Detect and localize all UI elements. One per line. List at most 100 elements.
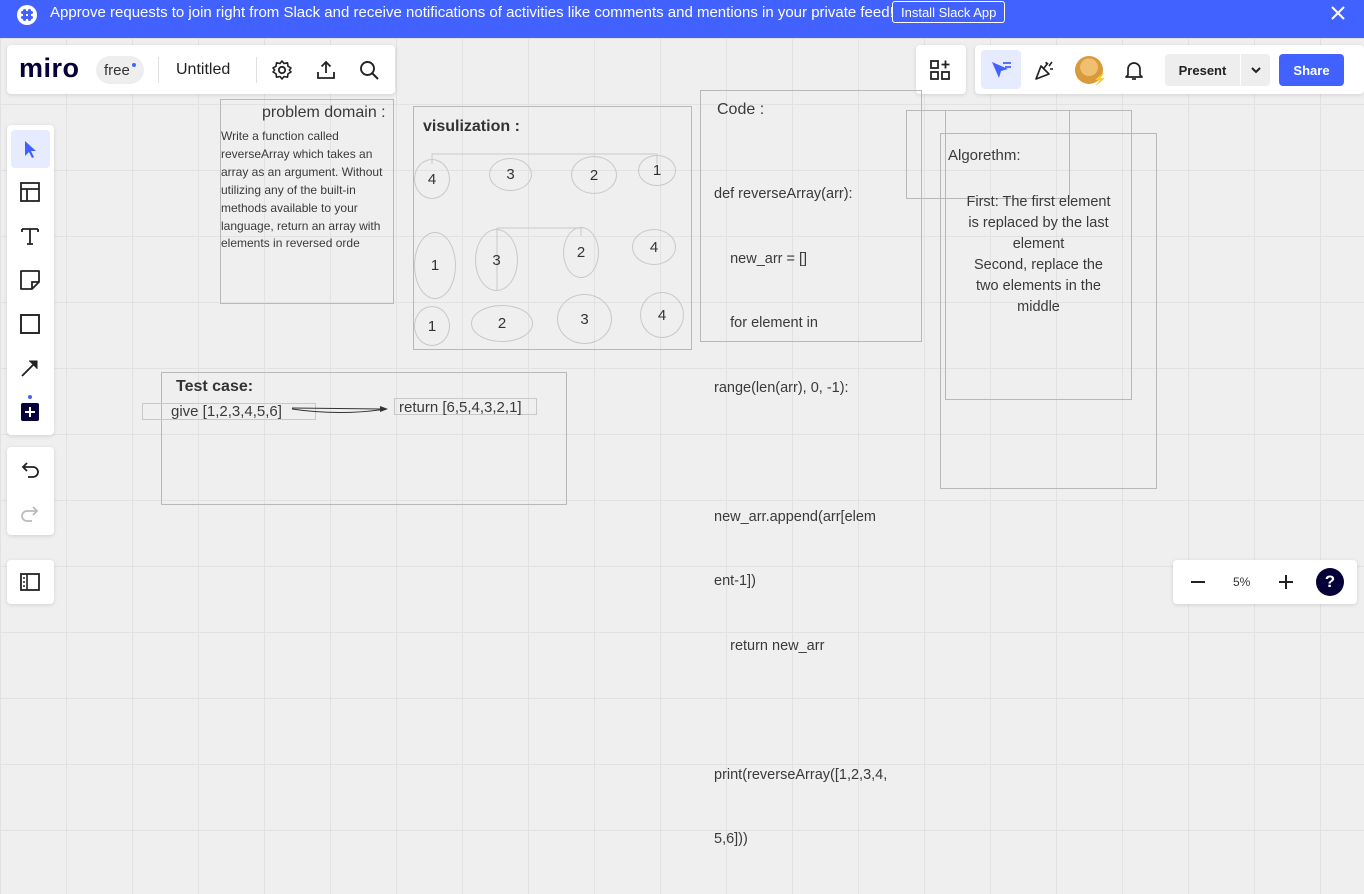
share-label: Share	[1293, 62, 1330, 78]
viz-node: 1	[414, 232, 456, 299]
close-icon[interactable]	[1329, 4, 1347, 22]
viz-node: 4	[632, 229, 676, 265]
test-output-box[interactable]	[394, 398, 537, 415]
left-toolbar	[7, 125, 54, 435]
sticky-note-tool[interactable]	[18, 268, 42, 292]
viz-node: 2	[563, 227, 599, 278]
code-line: range(len(arr), 0, -1):	[714, 379, 849, 396]
redo-icon[interactable]	[18, 501, 42, 525]
problem-line: array as an argument. Without	[221, 164, 383, 179]
plan-badge[interactable]: free	[96, 56, 144, 84]
algorithm-frame[interactable]	[940, 133, 1157, 489]
slack-icon	[17, 5, 37, 25]
algorithm-frame-inner[interactable]	[945, 110, 1132, 400]
slack-banner: Approve requests to join right from Slac…	[0, 0, 1364, 38]
code-line: def reverseArray(arr):	[714, 186, 853, 202]
algorithm-line: First: The first element	[966, 194, 1111, 210]
zoom-panel: 5% ?	[1173, 560, 1357, 604]
problem-line: reverseArray which takes an	[221, 146, 373, 161]
top-left-bar: miro free Untitled	[7, 45, 395, 94]
add-more-tool[interactable]	[18, 400, 42, 424]
problem-domain-frame[interactable]	[220, 99, 394, 304]
code-line: print(reverseArray([1,2,3,4,	[714, 766, 888, 783]
problem-domain-heading: problem domain :	[262, 104, 386, 121]
code-line: new_arr.append(arr[elem	[714, 508, 877, 525]
present-options-button[interactable]	[1241, 54, 1270, 86]
square-icon	[20, 314, 40, 334]
shape-tool[interactable]	[18, 312, 42, 336]
text-tool[interactable]	[18, 224, 42, 248]
board-title[interactable]: Untitled	[176, 61, 230, 79]
viz-node: 2	[471, 305, 533, 342]
viz-node: 3	[489, 158, 532, 191]
code-line: new_arr = []	[714, 250, 808, 267]
algorithm-line: two elements in the	[976, 278, 1101, 294]
banner-message: Approve requests to join right from Slac…	[50, 4, 894, 21]
avatar[interactable]: ⚡	[1075, 56, 1107, 86]
help-button[interactable]: ?	[1316, 568, 1344, 596]
cursor-select-icon	[989, 58, 1013, 82]
share-button[interactable]: Share	[1279, 54, 1344, 86]
test-arrow	[291, 406, 388, 413]
undo-icon[interactable]	[18, 457, 42, 481]
problem-line: language, return an array with	[221, 218, 381, 233]
viz-node: 4	[640, 292, 684, 338]
viz-node: 1	[414, 306, 450, 346]
connector-tool[interactable]	[18, 356, 42, 380]
settings-icon[interactable]	[270, 58, 294, 82]
plan-dot-icon	[131, 63, 136, 67]
problem-line: Write a function called	[221, 129, 339, 143]
test-input-box[interactable]	[142, 403, 316, 420]
visualization-lines	[431, 153, 658, 291]
miro-logo[interactable]: miro	[19, 53, 80, 84]
problem-line: utilizing any of the built-in	[221, 182, 356, 197]
algorithm-frame-small[interactable]	[906, 110, 1070, 199]
sticky-note-icon	[20, 270, 40, 290]
test-case-frame[interactable]	[161, 372, 567, 505]
chevron-down-icon	[1250, 67, 1261, 74]
apps-panel	[916, 45, 966, 94]
cursor-icon	[25, 141, 36, 158]
present-label: Present	[1178, 62, 1227, 78]
arrow-icon	[21, 360, 38, 377]
zoom-in-icon[interactable]	[1274, 570, 1298, 594]
cursor-select-button[interactable]	[981, 50, 1021, 89]
present-button[interactable]: Present	[1165, 54, 1240, 86]
problem-domain-text: Write a function called reverseArray whi…	[221, 128, 382, 253]
bell-icon[interactable]	[1122, 58, 1146, 82]
algorithm-line: is replaced by the last	[968, 215, 1109, 231]
test-input: give [1,2,3,4,5,6]	[171, 403, 282, 420]
code-frame[interactable]	[700, 90, 922, 342]
apps-icon[interactable]	[928, 58, 952, 82]
viz-node: 4	[414, 159, 450, 199]
zoom-level[interactable]: 5%	[1233, 575, 1250, 589]
templates-icon	[20, 182, 40, 202]
viz-node: 2	[571, 156, 617, 194]
test-output: return [6,5,4,3,2,1]	[399, 399, 522, 416]
text-icon	[21, 228, 39, 245]
select-tool[interactable]	[11, 130, 50, 168]
templates-tool[interactable]	[18, 180, 42, 204]
code-line: return new_arr	[714, 637, 825, 654]
visualization-frame[interactable]	[413, 106, 692, 350]
algorithm-heading: Algorethm:	[948, 147, 1021, 164]
algorithm-line: element	[1012, 236, 1065, 252]
collab-panel: ⚡ Present Share	[975, 45, 1364, 94]
zoom-out-icon[interactable]	[1186, 570, 1210, 594]
algorithm-line: middle	[1017, 299, 1060, 315]
code-line: for element in	[714, 315, 818, 331]
help-label: ?	[1324, 572, 1336, 591]
lightning-icon: ⚡	[1093, 74, 1107, 86]
upload-icon[interactable]	[314, 58, 338, 82]
install-slack-button[interactable]: Install Slack App	[892, 1, 1006, 23]
code-text: def reverseArray(arr): new_arr = [] for …	[714, 141, 887, 894]
problem-line: methods available to your	[221, 200, 358, 215]
frames-panel-button[interactable]	[7, 560, 54, 604]
plan-badge-label: free	[104, 61, 130, 79]
algorithm-text: First: The first element is replaced by …	[946, 192, 1131, 318]
celebration-icon[interactable]	[1033, 58, 1057, 82]
plus-box-icon	[21, 403, 39, 421]
search-icon[interactable]	[357, 58, 381, 82]
